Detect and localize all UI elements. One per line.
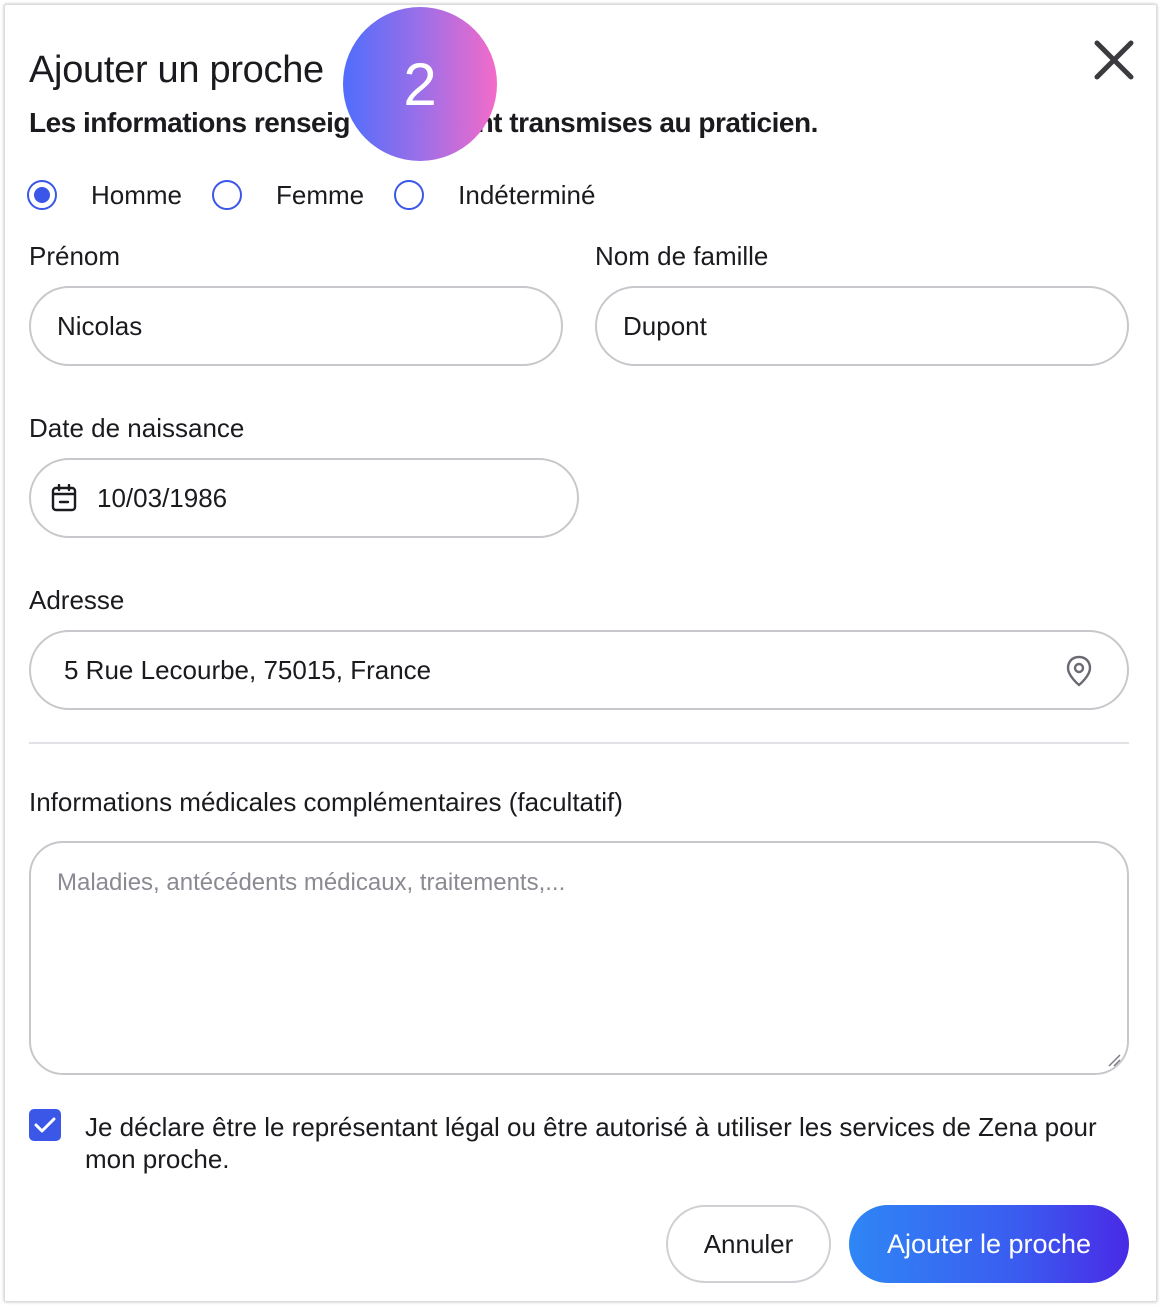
location-pin-icon[interactable] bbox=[1065, 655, 1093, 687]
gender-label-homme: Homme bbox=[91, 179, 183, 210]
checkmark-icon bbox=[34, 1117, 56, 1133]
last-name-label: Nom de famille bbox=[595, 241, 769, 271]
medical-info-placeholder: Maladies, antécédents médicaux, traiteme… bbox=[57, 869, 566, 896]
radio-selected-dot bbox=[34, 187, 50, 203]
gender-option-homme[interactable]: Homme bbox=[27, 180, 182, 211]
add-relative-button[interactable]: Ajouter le proche bbox=[849, 1205, 1129, 1283]
gender-radio-group: Homme Femme Indéterminé bbox=[27, 175, 625, 215]
cancel-button[interactable]: Annuler bbox=[666, 1205, 831, 1283]
consent-checkbox[interactable] bbox=[29, 1109, 61, 1141]
step-badge: 2 bbox=[343, 7, 497, 161]
address-field[interactable]: 5 Rue Lecourbe, 75015, France bbox=[29, 630, 1129, 710]
radio-button-homme[interactable] bbox=[27, 180, 57, 210]
add-relative-dialog: Ajouter un proche Les informations rense… bbox=[4, 4, 1157, 1302]
address-label: Adresse bbox=[29, 585, 125, 615]
gender-label-indetermine: Indéterminé bbox=[458, 179, 596, 210]
medical-info-textarea[interactable]: Maladies, antécédents médicaux, traiteme… bbox=[29, 841, 1129, 1075]
radio-button-femme[interactable] bbox=[212, 180, 243, 210]
resize-handle-icon[interactable] bbox=[1107, 1053, 1121, 1067]
first-name-field[interactable]: Nicolas bbox=[29, 286, 563, 366]
birthdate-label: Date de naissance bbox=[29, 413, 245, 443]
close-button[interactable] bbox=[1089, 35, 1139, 85]
gender-option-indetermine[interactable]: Indéterminé bbox=[394, 180, 595, 211]
calendar-icon bbox=[51, 484, 77, 512]
dialog-subtitle-right: ont transmises au praticien. bbox=[459, 107, 818, 138]
birthdate-value: 10/03/1986 bbox=[97, 482, 228, 513]
first-name-label: Prénom bbox=[29, 241, 121, 271]
dialog-subtitle-left: Les informations renseig bbox=[29, 107, 350, 138]
gender-option-femme[interactable]: Femme bbox=[212, 180, 364, 211]
address-value: 5 Rue Lecourbe, 75015, France bbox=[64, 654, 432, 685]
gender-label-femme: Femme bbox=[276, 179, 365, 210]
birthdate-field[interactable]: 10/03/1986 bbox=[29, 458, 579, 538]
section-divider bbox=[29, 742, 1129, 744]
consent-text: Je déclare être le représentant légal ou… bbox=[85, 1112, 1097, 1174]
last-name-value: Dupont bbox=[623, 310, 707, 341]
radio-button-indetermine[interactable] bbox=[394, 180, 425, 210]
dialog-title: Ajouter un proche bbox=[29, 49, 324, 91]
first-name-value: Nicolas bbox=[57, 310, 143, 341]
medical-info-label: Informations médicales complémentaires (… bbox=[29, 787, 623, 817]
close-icon bbox=[1094, 40, 1134, 80]
last-name-field[interactable]: Dupont bbox=[595, 286, 1129, 366]
